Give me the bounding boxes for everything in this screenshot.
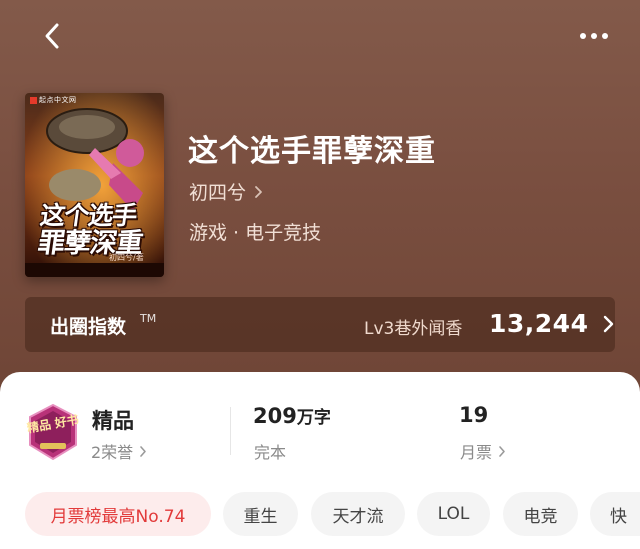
honor-count-link[interactable]: 2荣誉 bbox=[91, 439, 147, 463]
tag-item[interactable]: 重生 bbox=[223, 492, 298, 536]
book-stats-card: 精品 好书 精品 2荣誉 209万字 完本 19 月票 月票榜最高No.74 重… bbox=[0, 372, 640, 549]
divider bbox=[230, 407, 231, 455]
book-cover[interactable]: 起点中文网 这个选手 罪孽深重 初四兮/著 bbox=[25, 93, 164, 277]
cover-publisher: 起点中文网 bbox=[39, 96, 77, 104]
chevron-right-icon bbox=[140, 445, 146, 457]
book-header: 起点中文网 这个选手 罪孽深重 初四兮/著 这个选手罪孽深重 初四兮 游戏 · … bbox=[0, 0, 640, 395]
book-genre[interactable]: 游戏 · 电子竞技 bbox=[189, 218, 321, 245]
monthly-ticket-count: 19 bbox=[459, 403, 489, 427]
completion-status: 完本 bbox=[254, 439, 286, 463]
word-count-unit: 万字 bbox=[296, 408, 331, 428]
monthly-ticket-label: 月票 bbox=[460, 443, 493, 462]
honor-badge-icon[interactable]: 精品 好书 bbox=[26, 403, 80, 461]
tag-item[interactable]: 快 bbox=[590, 492, 640, 536]
back-button[interactable] bbox=[34, 18, 70, 54]
honor-count: 2荣誉 bbox=[91, 443, 134, 462]
word-count-number: 209 bbox=[253, 404, 297, 428]
tag-item[interactable]: 电竞 bbox=[503, 492, 578, 536]
monthly-ticket-link[interactable]: 月票 bbox=[460, 439, 506, 463]
book-title: 这个选手罪孽深重 bbox=[188, 134, 436, 169]
tag-item[interactable]: 天才流 bbox=[311, 492, 405, 536]
tag-list: 月票榜最高No.74 重生 天才流 LOL 电竞 快 bbox=[0, 492, 640, 538]
completion-label: 完本 bbox=[254, 443, 287, 462]
chevron-right-icon bbox=[499, 445, 505, 457]
more-dots-icon bbox=[580, 33, 608, 39]
more-button[interactable] bbox=[572, 18, 616, 54]
popularity-index-bar[interactable]: 出圈指数 TM Lv3巷外闻香 13,244 bbox=[25, 297, 615, 352]
tag-rank[interactable]: 月票榜最高No.74 bbox=[25, 492, 211, 536]
author-link[interactable]: 初四兮 bbox=[189, 178, 263, 205]
index-label: 出圈指数 bbox=[50, 316, 127, 338]
index-value: 13,244 bbox=[489, 309, 589, 338]
honor-title: 精品 bbox=[92, 409, 134, 433]
chevron-right-icon bbox=[603, 315, 614, 333]
tag-item[interactable]: LOL bbox=[417, 492, 490, 536]
author-name: 初四兮 bbox=[189, 182, 247, 204]
cover-author: 初四兮/著 bbox=[109, 253, 144, 262]
index-level: Lv3巷外闻香 bbox=[364, 319, 463, 339]
chevron-right-icon bbox=[255, 185, 262, 198]
trademark-mark: TM bbox=[140, 312, 157, 325]
word-count: 209万字 bbox=[253, 403, 331, 428]
chevron-left-icon bbox=[45, 23, 59, 49]
